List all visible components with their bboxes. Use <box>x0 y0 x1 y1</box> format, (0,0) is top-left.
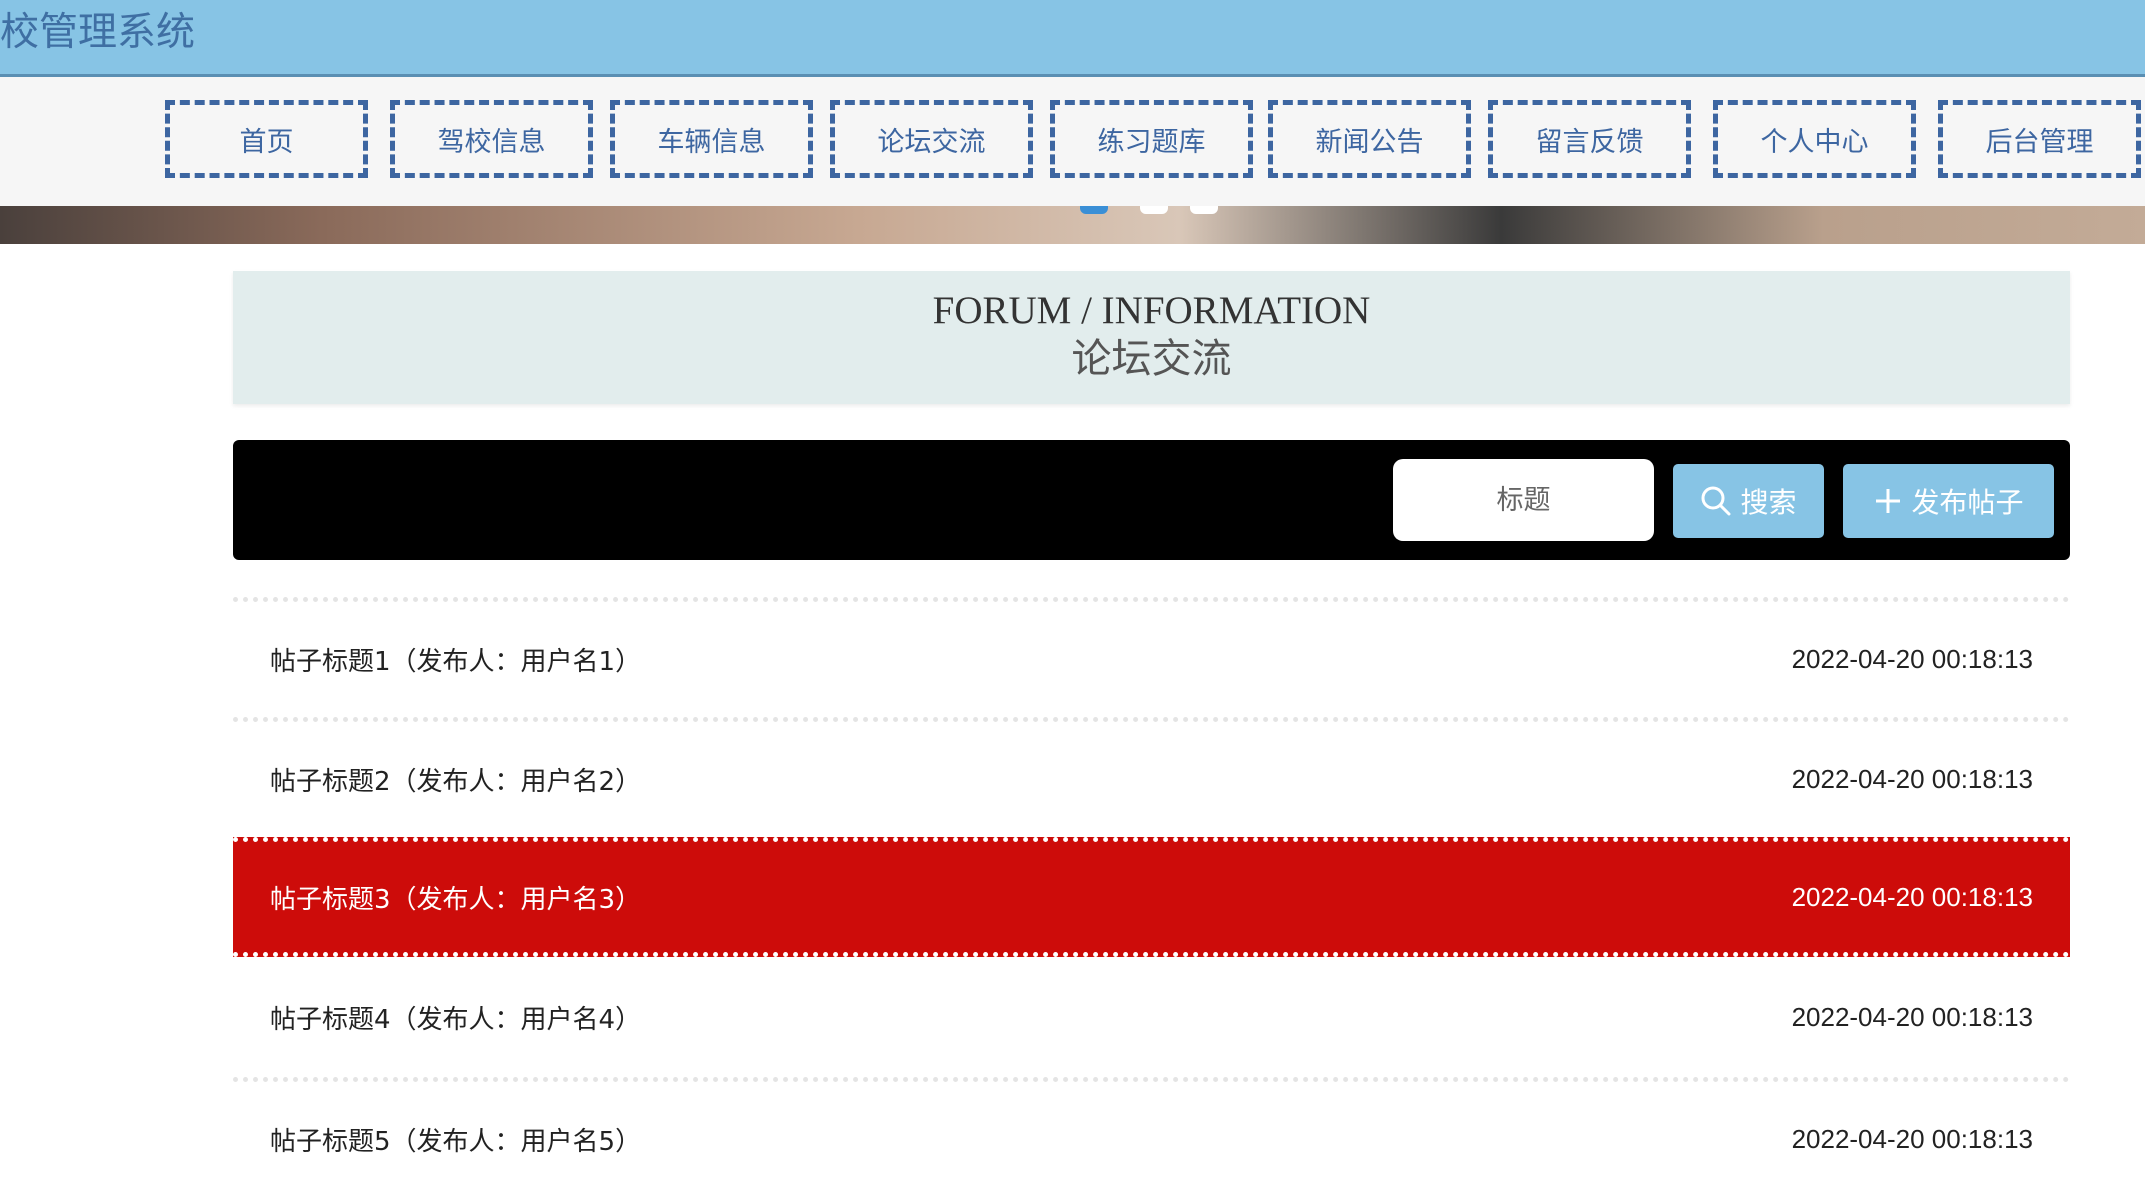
post-list: 帖子标题1（发布人：用户名1） 2022-04-20 00:18:13 帖子标题… <box>233 597 2070 1197</box>
publish-post-button[interactable]: 发布帖子 <box>1843 464 2054 538</box>
search-button[interactable]: 搜索 <box>1673 464 1824 538</box>
nav-item-admin[interactable]: 后台管理 <box>1938 100 2141 178</box>
nav-item-vehicle-info[interactable]: 车辆信息 <box>610 100 813 178</box>
post-row[interactable]: 帖子标题1（发布人：用户名1） 2022-04-20 00:18:13 <box>233 597 2070 717</box>
post-title: 帖子标题2（发布人：用户名2） <box>270 767 642 797</box>
post-time: 2022-04-20 00:18:13 <box>1791 1124 2033 1154</box>
banner-indicator[interactable] <box>1140 206 1168 214</box>
search-icon <box>1700 485 1732 517</box>
post-time: 2022-04-20 00:18:13 <box>1791 644 2033 674</box>
search-button-label: 搜索 <box>1740 486 1797 519</box>
section-header: FORUM / INFORMATION 论坛交流 <box>233 271 2070 404</box>
nav-item-profile[interactable]: 个人中心 <box>1713 100 1916 178</box>
publish-post-label: 发布帖子 <box>1911 486 2024 519</box>
title-search-input[interactable] <box>1393 459 1654 541</box>
section-title-cn: 论坛交流 <box>1071 336 1232 381</box>
nav-item-forum[interactable]: 论坛交流 <box>830 100 1033 178</box>
post-title: 帖子标题3（发布人：用户名3） <box>270 884 642 915</box>
main-nav: 首页 驾校信息 车辆信息 论坛交流 练习题库 新闻公告 留言反馈 个人中心 后台… <box>0 77 2145 206</box>
nav-item-feedback[interactable]: 留言反馈 <box>1488 100 1691 178</box>
app-title: 校管理系统 <box>0 10 196 55</box>
nav-item-school-info[interactable]: 驾校信息 <box>390 100 593 178</box>
post-time: 2022-04-20 00:18:13 <box>1791 881 2033 912</box>
forum-toolbar: 搜索 发布帖子 <box>233 440 2070 560</box>
post-row[interactable]: 帖子标题5（发布人：用户名5） 2022-04-20 00:18:13 <box>233 1077 2070 1197</box>
banner-indicator-active[interactable] <box>1080 206 1108 214</box>
post-title: 帖子标题5（发布人：用户名5） <box>270 1127 642 1157</box>
nav-item-question-bank[interactable]: 练习题库 <box>1050 100 1253 178</box>
post-title: 帖子标题1（发布人：用户名1） <box>270 647 642 677</box>
post-time: 2022-04-20 00:18:13 <box>1791 764 2033 794</box>
post-row-highlighted[interactable]: 帖子标题3（发布人：用户名3） 2022-04-20 00:18:13 <box>233 837 2070 957</box>
nav-item-home[interactable]: 首页 <box>165 100 368 178</box>
nav-item-news[interactable]: 新闻公告 <box>1268 100 1471 178</box>
post-row[interactable]: 帖子标题4（发布人：用户名4） 2022-04-20 00:18:13 <box>233 957 2070 1077</box>
section-title-en: FORUM / INFORMATION <box>932 289 1371 332</box>
banner-indicator[interactable] <box>1190 206 1218 214</box>
post-row[interactable]: 帖子标题2（发布人：用户名2） 2022-04-20 00:18:13 <box>233 717 2070 837</box>
plus-icon <box>1873 486 1903 516</box>
banner-image <box>0 206 2145 244</box>
post-title: 帖子标题4（发布人：用户名4） <box>270 1004 642 1035</box>
app-header: 校管理系统 <box>0 0 2145 77</box>
post-time: 2022-04-20 00:18:13 <box>1791 1001 2033 1032</box>
